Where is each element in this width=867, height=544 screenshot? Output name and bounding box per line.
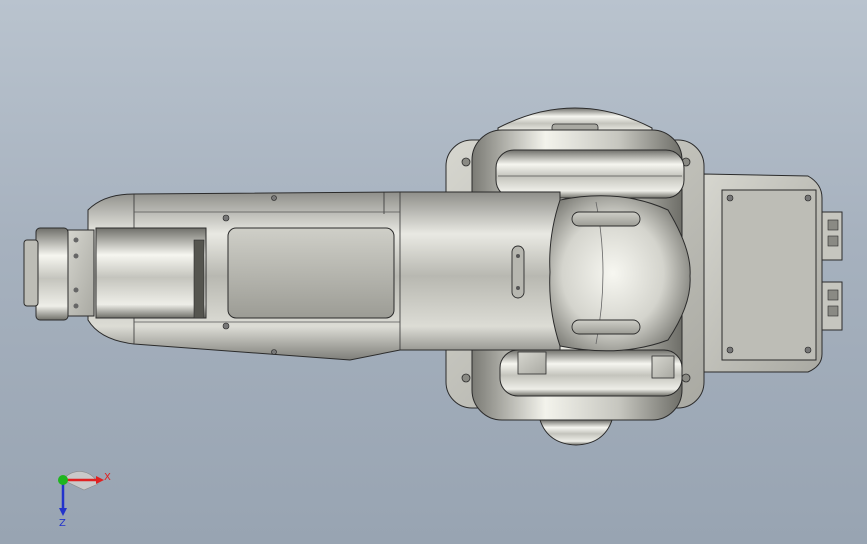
flange-bolt: [461, 373, 471, 383]
motor-cover-plate: [721, 189, 817, 361]
cover-screw: [804, 194, 812, 202]
arm-access-cover: [227, 227, 395, 319]
arm-screw: [222, 214, 230, 222]
flange-bolt: [461, 157, 471, 167]
cad-viewport[interactable]: X Z: [0, 0, 867, 544]
wrist-drum[interactable]: [65, 227, 207, 319]
arm-screw: [271, 349, 277, 355]
head-top-slot: [571, 211, 641, 227]
lower-connector: [651, 355, 675, 379]
rear-motor-box[interactable]: [703, 173, 843, 373]
x-axis-label: X: [104, 472, 111, 483]
wrist-clamp: [65, 229, 95, 317]
z-axis-arrowhead: [59, 508, 67, 516]
coordinate-triad: X Z: [58, 471, 111, 529]
elbow-head[interactable]: [549, 195, 691, 352]
tool-flange[interactable]: [23, 227, 69, 321]
flange-bolt: [681, 373, 691, 383]
arm-screw: [271, 195, 277, 201]
z-axis-label: Z: [59, 518, 66, 529]
head-bottom-slot: [571, 319, 641, 335]
upper-motor-drum: [495, 149, 685, 199]
cover-screw: [804, 346, 812, 354]
cover-screw: [726, 346, 734, 354]
y-axis-dot: [58, 475, 68, 485]
arm-screw: [222, 322, 230, 330]
lower-connector: [517, 351, 547, 375]
arm-slot: [511, 245, 525, 299]
cover-screw: [726, 194, 734, 202]
x-axis-arrowhead: [96, 476, 104, 484]
bottom-dome-cap: [539, 419, 613, 446]
